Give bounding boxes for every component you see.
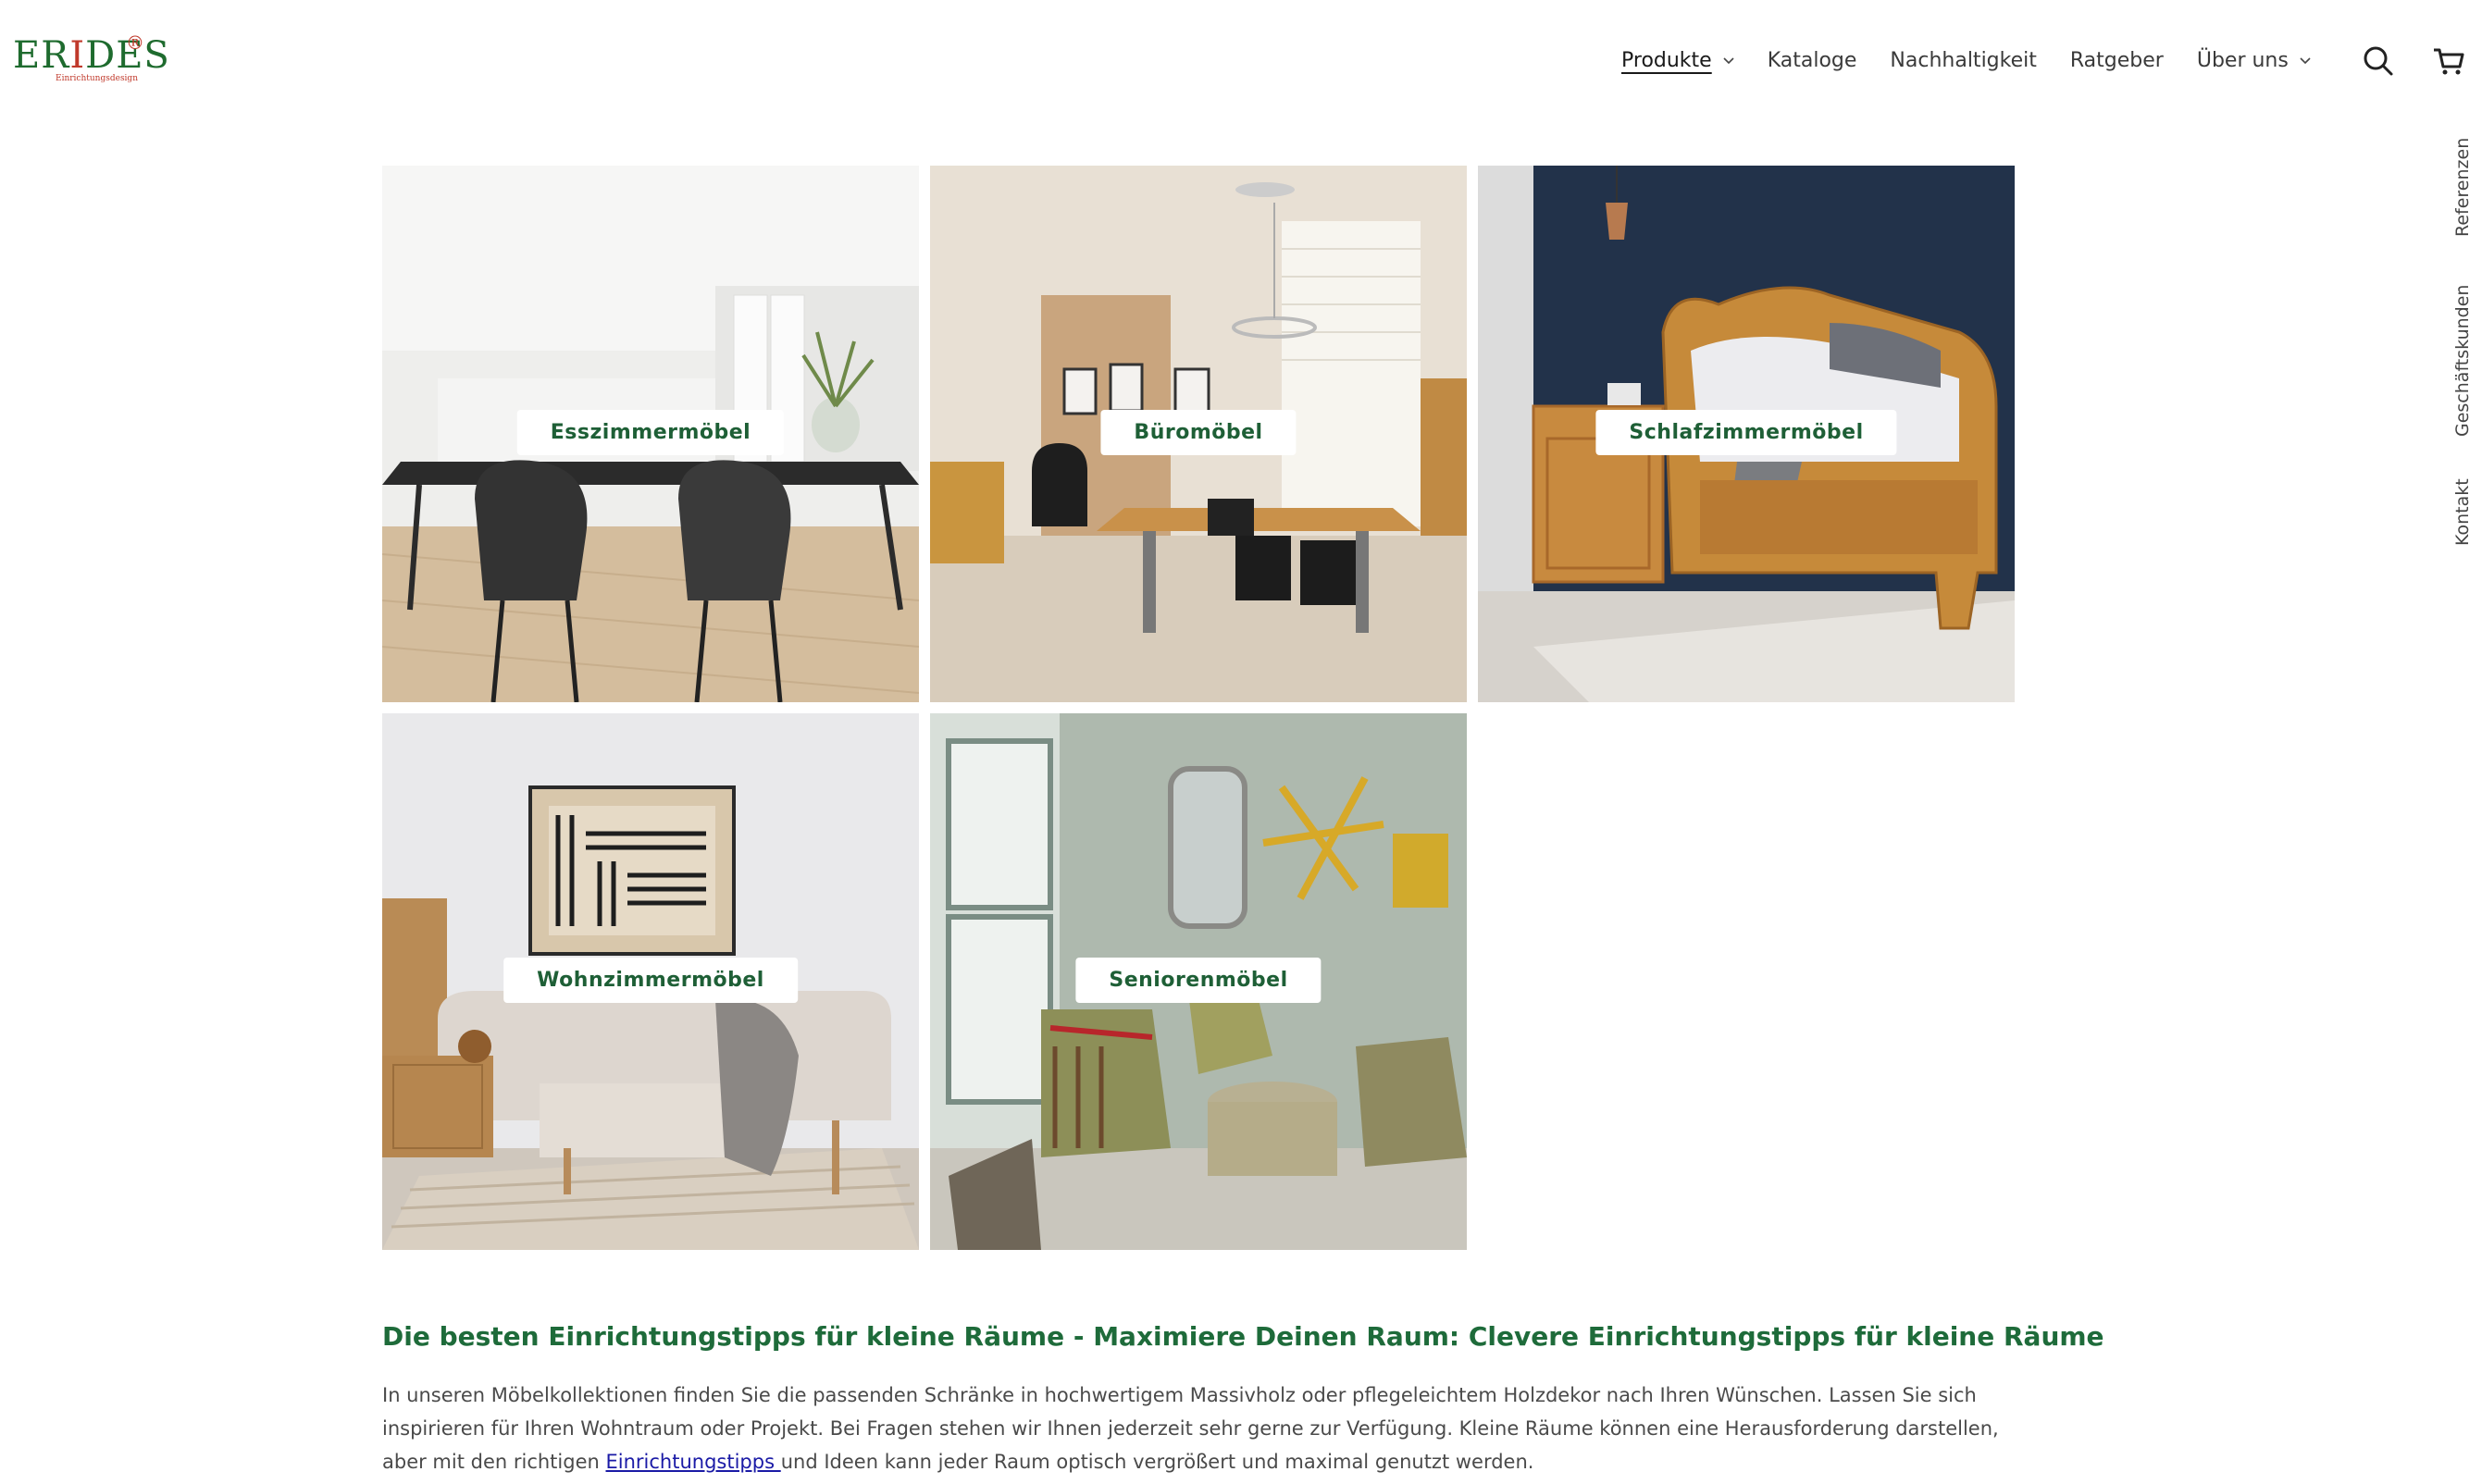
category-label: Schlafzimmermöbel	[1595, 410, 1897, 455]
category-tile-wohnzimmer[interactable]: Wohnzimmermöbel	[382, 713, 919, 1250]
content-heading: Die besten Einrichtungstipps für kleine …	[382, 1321, 2104, 1352]
einrichtungstipps-link[interactable]: Einrichtungstipps	[606, 1451, 781, 1473]
cart-button[interactable]	[2430, 43, 2467, 80]
side-tab-geschaeftskunden[interactable]: Geschäftskunden	[2452, 285, 2473, 437]
category-tile-schlafzimmer[interactable]: Schlafzimmermöbel	[1478, 166, 2015, 702]
side-tab-kontakt[interactable]: Kontakt	[2452, 478, 2473, 546]
nav-item-label: Produkte	[1621, 48, 1712, 72]
nav-item-label: Nachhaltigkeit	[1890, 48, 2037, 72]
cart-icon	[2434, 48, 2464, 75]
nav-item-label: Kataloge	[1767, 48, 1857, 72]
side-tab-referenzen[interactable]: Referenzen	[2452, 138, 2473, 237]
chevron-down-icon	[1723, 57, 1734, 65]
nav-item-label: Ratgeber	[2069, 48, 2164, 72]
category-label: Büromöbel	[1100, 410, 1297, 455]
category-tile-senioren[interactable]: Seniorenmöbel	[930, 713, 1467, 1250]
category-tile-esszimmer[interactable]: Esszimmermöbel	[382, 166, 919, 702]
category-label: Esszimmermöbel	[516, 410, 785, 455]
paragraph-text-after: und Ideen kann jeder Raum optisch vergrö…	[780, 1451, 1534, 1473]
nav-item-nachhaltigkeit[interactable]: Nachhaltigkeit	[1890, 49, 2036, 72]
category-label: Wohnzimmermöbel	[503, 958, 798, 1003]
search-button[interactable]	[2360, 43, 2397, 80]
nav-item-produkte[interactable]: Produkte	[1621, 49, 1734, 72]
main-navigation: Produkte Kataloge Nachhaltigkeit Ratgebe…	[1621, 44, 2344, 76]
logo-registered-mark: ®	[126, 31, 144, 54]
category-tile-buero[interactable]: Büromöbel	[930, 166, 1467, 702]
chevron-down-icon	[2300, 57, 2311, 65]
brand-logo[interactable]: ERIDES ® Einrichtungsdesign	[13, 31, 169, 93]
logo-tagline: Einrichtungsdesign	[56, 74, 138, 83]
search-icon	[2364, 46, 2393, 76]
site-header: ERIDES ® Einrichtungsdesign Produkte Kat…	[0, 0, 2482, 130]
nav-item-kataloge[interactable]: Kataloge	[1768, 49, 1857, 72]
nav-item-label: Über uns	[2196, 48, 2289, 72]
nav-item-ueber-uns[interactable]: Über uns	[2197, 49, 2311, 72]
category-label: Seniorenmöbel	[1075, 958, 1322, 1003]
logo-wordmark: ERIDES	[13, 34, 170, 77]
content-paragraph: In unseren Möbelkollektionen finden Sie …	[382, 1379, 2011, 1478]
nav-item-ratgeber[interactable]: Ratgeber	[2070, 49, 2164, 72]
